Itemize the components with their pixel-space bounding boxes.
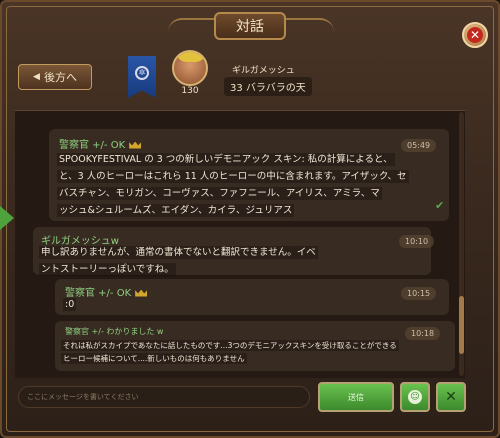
title-ornament-right: [284, 18, 334, 32]
chat-message: ギルガメッシュw 10:10 申し訳ありませんが、通常の書体でないと翻訳できませ…: [33, 227, 435, 276]
read-check-icon: ✔: [435, 199, 445, 212]
player-status: 33 バラバラの天: [224, 77, 312, 96]
title-ornament-left: [168, 18, 218, 32]
player-avatar[interactable]: [172, 50, 208, 86]
message-author: 警察官 +/- OK: [59, 140, 126, 151]
player-name: ギルガメッシュ: [232, 66, 295, 76]
tools-button[interactable]: ✕: [436, 382, 466, 412]
player-level: 130: [181, 86, 199, 96]
arrow-left-icon: ◀: [33, 72, 40, 82]
chat-scrollbar[interactable]: [459, 112, 464, 376]
message-text: :0: [63, 298, 77, 311]
close-button[interactable]: ✕: [462, 22, 488, 48]
message-text: それは私がスカイプであなたに話したものです...3つのデモニアックスキンを受け取…: [61, 340, 399, 364]
back-button-label: 後方へ: [43, 71, 77, 84]
chat-message: 警察官 +/- OK 05:49 SPOOKYFESTIVAL の 3 つの新し…: [49, 129, 449, 221]
crossed-tools-icon: ✕: [445, 389, 457, 405]
smiley-icon: ☺: [408, 390, 422, 404]
back-button[interactable]: ◀ 後方へ: [18, 64, 92, 90]
crown-icon: [135, 289, 148, 297]
chat-message: 警察官 +/- OK 10:15 :0: [55, 279, 449, 315]
emoji-button[interactable]: ☺: [400, 382, 430, 412]
scrollbar-thumb[interactable]: [459, 296, 464, 354]
chat-log[interactable]: 警察官 +/- OK 05:49 SPOOKYFESTIVAL の 3 つの新し…: [15, 110, 465, 378]
chat-message: 警察官 +/- わかりました w 10:18 それは私がスカイプであなたに話した…: [55, 321, 455, 371]
guild-emblem-icon: ✲: [135, 66, 149, 80]
message-text: 申し訳ありませんが、通常の書体でないと翻訳できません。イベ ントストーリーっぽい…: [39, 246, 318, 276]
message-text: SPOOKYFESTIVAL の 3 つの新しいデモニアック スキン: 私の計算…: [57, 153, 409, 217]
message-author: 警察官 +/- わかりました w: [65, 327, 164, 336]
message-input[interactable]: ここにメッセージを書いてください: [18, 386, 310, 408]
message-time: 10:15: [401, 287, 437, 300]
window-title: 対話: [214, 12, 286, 40]
close-icon[interactable]: ✕: [467, 27, 483, 43]
send-button[interactable]: 送信: [318, 382, 394, 412]
crown-icon: [129, 141, 142, 149]
